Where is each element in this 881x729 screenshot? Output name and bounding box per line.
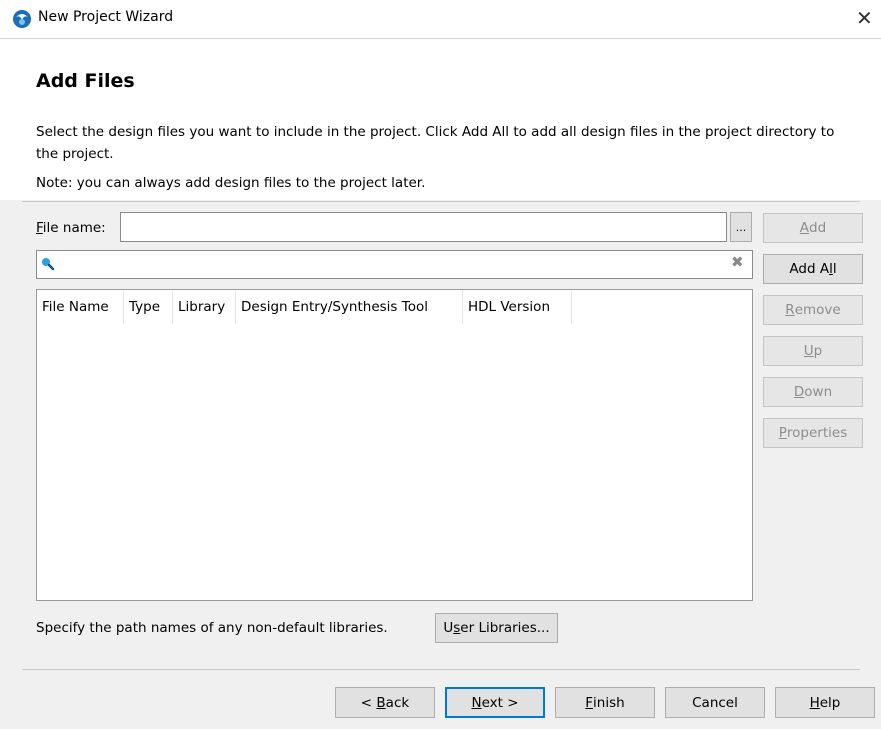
down-button[interactable]: Down: [763, 377, 863, 407]
window-title: New Project Wizard: [38, 9, 174, 25]
properties-button[interactable]: Properties: [763, 418, 863, 448]
clear-search-icon[interactable]: ✖: [731, 253, 744, 271]
remove-button[interactable]: Remove: [763, 295, 863, 325]
file-name-label: File name:: [36, 220, 106, 236]
next-button[interactable]: Next >: [445, 687, 545, 718]
page-note: Note: you can always add design files to…: [36, 175, 426, 191]
search-input[interactable]: [36, 250, 753, 279]
libraries-text: Specify the path names of any non-defaul…: [36, 620, 388, 636]
search-icon: [42, 258, 55, 271]
page-title: Add Files: [36, 70, 135, 92]
column-header-file-name[interactable]: File Name: [37, 290, 124, 324]
page-description: Select the design files you want to incl…: [36, 124, 835, 162]
footer-divider: [22, 669, 860, 670]
files-table[interactable]: File Name Type Library Design Entry/Synt…: [36, 289, 753, 601]
cancel-button[interactable]: Cancel: [665, 687, 765, 718]
column-header-library[interactable]: Library: [173, 290, 236, 324]
back-button[interactable]: < Back: [335, 687, 435, 718]
finish-button[interactable]: Finish: [555, 687, 655, 718]
help-button[interactable]: Help: [775, 687, 875, 718]
header-divider: [22, 201, 860, 202]
user-libraries-button[interactable]: Us er Libraries...: [435, 613, 558, 643]
add-all-button[interactable]: Add All: [763, 254, 863, 284]
add-button[interactable]: Add: [763, 213, 863, 243]
file-name-input[interactable]: [120, 212, 727, 242]
up-button[interactable]: Up: [763, 336, 863, 366]
app-logo-icon: [13, 10, 31, 28]
close-icon[interactable]: ✕: [856, 6, 873, 30]
column-header-hdl-version[interactable]: HDL Version: [463, 290, 572, 324]
browse-button[interactable]: ...: [730, 212, 752, 242]
column-header-design-entry-tool[interactable]: Design Entry/Synthesis Tool: [236, 290, 463, 324]
column-header-type[interactable]: Type: [124, 290, 173, 324]
